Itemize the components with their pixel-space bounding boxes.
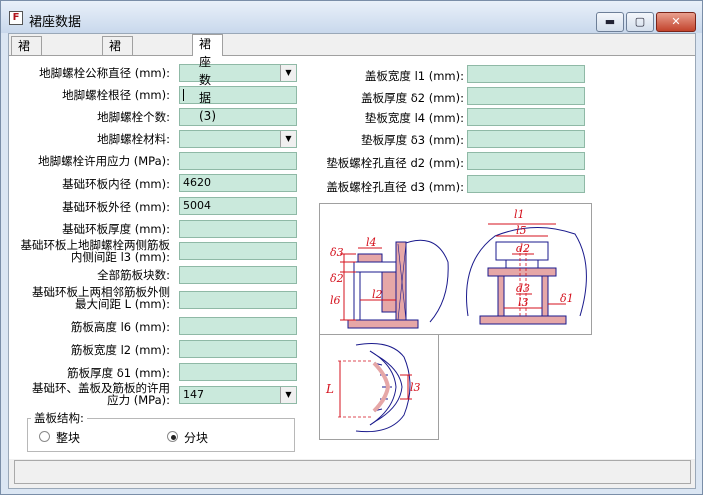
bolt-root-diameter-input[interactable] [179, 86, 297, 104]
base-ring-thickness-input[interactable] [179, 220, 297, 238]
label-pad-bolt-hole-d2: 垫板螺栓孔直径 d2 (mm): [326, 156, 464, 170]
dim-label-l1: l1 [514, 208, 525, 221]
dim-label-delta2: δ2 [330, 272, 344, 285]
allowable-stress-select[interactable]: 147 ▼ [179, 386, 297, 404]
text-caret [183, 89, 184, 101]
pad-bolt-hole-input[interactable] [467, 152, 585, 170]
dim-label-l2: l2 [372, 288, 383, 301]
bolt-nominal-diameter-select[interactable]: ▼ [179, 64, 297, 82]
dropdown-arrow-icon[interactable]: ▼ [280, 65, 296, 81]
radio-split[interactable] [167, 431, 178, 442]
dim-label-l6: l6 [330, 294, 341, 307]
tab-panel: 地脚螺栓公称直径 (mm): ▼ 地脚螺栓根径 (mm): 地脚螺栓个数: 地脚… [9, 55, 695, 459]
cover-bolt-hole-input[interactable] [467, 175, 585, 193]
cover-thickness-input[interactable] [467, 87, 585, 105]
label-allowable-stress-combined: 基础环、盖板及筋板的许用应力 (MPa): [32, 381, 170, 407]
dropdown-arrow-icon[interactable]: ▼ [280, 387, 296, 403]
window-title: 裙座数据 [29, 15, 82, 30]
radio-whole[interactable] [39, 431, 50, 442]
label-bolt-allowable-stress: 地脚螺栓许用应力 (MPa): [38, 154, 170, 168]
dim-label-l3: l3 [518, 296, 529, 309]
bolt-material-select[interactable]: ▼ [179, 130, 297, 148]
client-area: 裙座数据 (1) 裙座数据 (2) 裙座数据 (3) 地脚螺栓公称直径 (mm)… [8, 33, 696, 489]
label-cover-thickness-delta2: 盖板厚度 δ2 (mm): [361, 91, 464, 105]
label-base-ring-thickness: 基础环板厚度 (mm): [62, 222, 170, 236]
label-rib-width-l2: 筋板宽度 l2 (mm): [70, 343, 170, 357]
radio-split-label[interactable]: 分块 [184, 429, 208, 446]
app-window: F 裙座数据 ▬ ▢ ✕ 裙座数据 (1) 裙座数据 (2) 裙座数据 (3) … [0, 0, 703, 495]
label-bolt-root-diameter: 地脚螺栓根径 (mm): [62, 88, 170, 102]
dim-label-l3-plan: l3 [410, 381, 421, 394]
app-icon: F [9, 11, 23, 25]
label-bolt-count: 地脚螺栓个数: [97, 110, 170, 124]
label-rib-thickness-delta1: 筋板厚度 δ1 (mm): [67, 366, 170, 380]
label-pad-thickness-delta3: 垫板厚度 δ3 (mm): [361, 133, 464, 147]
dim-label-d3: d3 [516, 282, 530, 295]
label-rib-inner-spacing-l3: 基础环板上地脚螺栓两侧筋板内侧间距 l3 (mm): [20, 238, 171, 264]
bolt-allowable-stress-input[interactable] [179, 152, 297, 170]
bolt-count-input[interactable] [179, 108, 297, 126]
label-base-ring-outer-diameter: 基础环板外径 (mm): [62, 200, 170, 214]
radio-checked-dot [171, 435, 176, 440]
label-cover-width-l1: 盖板宽度 l1 (mm): [364, 69, 464, 83]
dim-label-d2: d2 [516, 242, 530, 255]
label-pad-width-l4: 垫板宽度 l4 (mm): [364, 111, 464, 125]
bolt-seat-diagram: δ3 δ2 l4 l6 l2 l1 l5 d2 d3 l3 δ1 [319, 203, 592, 335]
status-bar [14, 460, 691, 484]
rib-width-input[interactable] [179, 340, 297, 358]
dim-label-L: L [325, 382, 334, 396]
rib-plan-drawing: L l3 [325, 343, 421, 433]
dim-label-delta3: δ3 [330, 246, 344, 259]
label-rib-height-l6: 筋板高度 l6 (mm): [70, 320, 170, 334]
pad-thickness-input[interactable] [467, 130, 585, 148]
allowable-stress-value: 147 [183, 388, 204, 401]
label-cover-bolt-hole-d3: 盖板螺栓孔直径 d3 (mm): [326, 180, 464, 194]
total-rib-count-input[interactable] [179, 266, 297, 284]
base-ring-outer-diameter-input[interactable]: 5004 [179, 197, 297, 215]
title-bar[interactable]: F 裙座数据 ▬ ▢ ✕ [1, 1, 702, 33]
rib-plan-diagram: L l3 [319, 334, 439, 440]
dropdown-arrow-icon[interactable]: ▼ [280, 131, 296, 147]
tab-skirt-data-1[interactable]: 裙座数据 (1) [11, 36, 42, 125]
rib-inner-spacing-input[interactable] [179, 242, 297, 260]
label-bolt-nominal-diameter: 地脚螺栓公称直径 (mm): [39, 66, 170, 80]
close-button[interactable]: ✕ [656, 12, 696, 32]
pad-width-input[interactable] [467, 108, 585, 126]
dim-label-l5: l5 [516, 224, 527, 237]
label-base-ring-inner-diameter: 基础环板内径 (mm): [62, 177, 170, 191]
tab-skirt-data-3[interactable]: 裙座数据 (3) [192, 34, 223, 123]
dim-label-l4: l4 [366, 236, 377, 249]
cover-structure-title: 盖板结构: [31, 410, 87, 426]
max-rib-outer-spacing-input[interactable] [179, 291, 297, 309]
base-ring-inner-diameter-input[interactable]: 4620 [179, 174, 297, 192]
bolt-seat-drawing: δ3 δ2 l4 l6 l2 l1 l5 d2 d3 l3 δ1 [330, 208, 587, 329]
rib-thickness-input[interactable] [179, 363, 297, 381]
cover-width-input[interactable] [467, 65, 585, 83]
radio-whole-label[interactable]: 整块 [56, 429, 80, 446]
dim-label-delta1: δ1 [560, 292, 574, 305]
label-total-rib-count: 全部筋板块数: [97, 268, 170, 282]
rib-height-input[interactable] [179, 317, 297, 335]
maximize-button[interactable]: ▢ [626, 12, 654, 32]
tab-skirt-data-2[interactable]: 裙座数据 (2) [102, 36, 133, 125]
label-max-rib-outer-spacing-l: 基础环板上两相邻筋板外侧最大间距 L (mm): [32, 285, 170, 311]
label-bolt-material: 地脚螺栓材料: [97, 132, 170, 146]
minimize-button[interactable]: ▬ [596, 12, 624, 32]
